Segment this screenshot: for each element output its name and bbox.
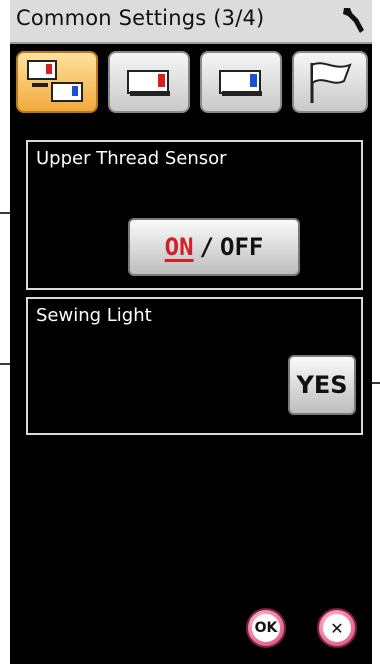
ok-button-label: OK — [252, 614, 280, 642]
upper-thread-sensor-panel: Upper Thread Sensor ON / OFF — [26, 140, 363, 290]
sewing-light-panel: Sewing Light YES — [26, 297, 363, 435]
straight-stitch-settings-icon — [127, 70, 170, 96]
upper-thread-sensor-label: Upper Thread Sensor — [36, 148, 227, 169]
cancel-button[interactable]: ✕ — [317, 608, 357, 648]
embroidery-settings-icon — [219, 70, 262, 96]
wrench-icon[interactable] — [338, 4, 368, 36]
tab-language[interactable] — [292, 51, 368, 113]
close-icon: ✕ — [323, 614, 351, 642]
toggle-separator: / — [199, 233, 214, 261]
title-bar: Common Settings (3/4) — [10, 0, 372, 44]
tab-straight-stitch-settings[interactable] — [108, 51, 190, 113]
toggle-on-label: ON — [164, 233, 194, 261]
sewing-light-yes-button[interactable]: YES — [288, 355, 356, 415]
tab-embroidery-settings[interactable] — [200, 51, 282, 113]
tab-machine-settings[interactable] — [16, 51, 98, 113]
sewing-light-label: Sewing Light — [36, 305, 152, 326]
page-title: Common Settings (3/4) — [16, 6, 265, 30]
language-flag-icon — [310, 62, 352, 103]
upper-thread-sensor-toggle[interactable]: ON / OFF — [128, 218, 300, 276]
machine-settings-icon — [27, 60, 83, 102]
lcd-screen: Common Settings (3/4) Upper Thread Senso… — [10, 0, 372, 664]
toggle-off-label: OFF — [220, 233, 264, 261]
ok-button[interactable]: OK — [246, 608, 286, 648]
